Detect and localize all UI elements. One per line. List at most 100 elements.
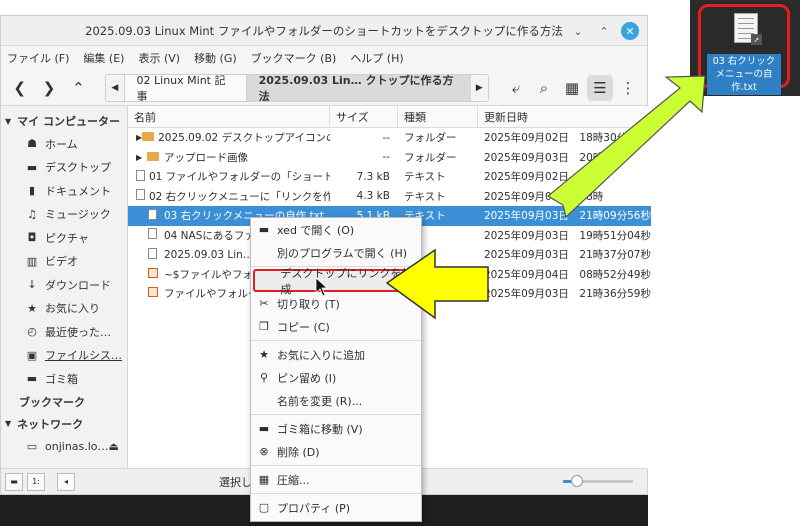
show-places-icon[interactable]: ▬ bbox=[5, 472, 23, 491]
context-menu-item[interactable]: ▬ xed で開く (O) bbox=[251, 218, 421, 241]
breadcrumb-item[interactable]: 02 Linux Mint 記事 bbox=[123, 74, 246, 101]
image-file-icon bbox=[147, 267, 158, 278]
forward-arrow-icon[interactable]: ❯ bbox=[36, 75, 61, 101]
sidebar-item-music[interactable]: ♫ ミュージック bbox=[1, 203, 127, 227]
close-icon[interactable]: ✕ bbox=[621, 22, 639, 40]
window-title: 2025.09.03 Linux Mint ファイルやフォルダーのショートカット… bbox=[85, 23, 563, 38]
context-menu-item[interactable]: デスクトップにリンクを作成 bbox=[253, 267, 419, 296]
desktop-shortcut[interactable]: ➚ 03 右クリックメニューの自作.txt bbox=[698, 4, 790, 95]
hide-sidebar-icon[interactable]: ◂ bbox=[57, 472, 75, 491]
file-name: アップロード画像 bbox=[163, 151, 248, 164]
sidebar-item-trash[interactable]: ▬ ゴミ箱 bbox=[1, 367, 127, 391]
column-name[interactable]: 名前 bbox=[128, 106, 330, 127]
column-size[interactable]: サイズ bbox=[330, 106, 398, 127]
context-menu-label: 削除 (D) bbox=[277, 445, 320, 459]
pin-icon: ⚲ bbox=[259, 371, 269, 384]
toggle-location-icon[interactable]: ⤶ bbox=[503, 75, 529, 101]
table-row[interactable]: ▶ アップロード画像 -- フォルダー 2025年09月03日 20時16分 bbox=[128, 148, 651, 168]
sidebar-item-label: ドキュメント bbox=[45, 184, 111, 198]
text-file-icon bbox=[148, 247, 158, 259]
maximize-icon[interactable]: ⌃ bbox=[595, 22, 613, 40]
context-menu-item[interactable]: ▦ 圧縮... bbox=[251, 468, 421, 491]
sidebar-item-label: ダウンロード bbox=[45, 278, 111, 292]
icon-view-icon[interactable]: ▦ bbox=[559, 75, 585, 101]
sidebar-item-nas[interactable]: ▭ onjinas.lo… ⏏ bbox=[1, 435, 127, 459]
menu-go[interactable]: 移動 (G) bbox=[194, 50, 237, 66]
text-file-icon: ➚ bbox=[734, 13, 762, 45]
sidebar-section-label: ネットワーク bbox=[17, 417, 84, 431]
title-bar[interactable]: 2025.09.03 Linux Mint ファイルやフォルダーのショートカット… bbox=[1, 16, 647, 46]
sidebar-item-favorites[interactable]: ★ お気に入り bbox=[1, 297, 127, 321]
menu-view[interactable]: 表示 (V) bbox=[138, 50, 180, 66]
compact-view-icon[interactable]: ⋮ bbox=[615, 75, 641, 101]
sidebar-item-home[interactable]: ☗ ホーム bbox=[1, 132, 127, 156]
properties-icon: ▢ bbox=[258, 501, 270, 514]
file-date: 2025年09月02日 18時30分59秒 bbox=[483, 132, 651, 145]
sidebar-item-downloads[interactable]: ↓ ダウンロード bbox=[1, 273, 127, 297]
column-type[interactable]: 種類 bbox=[398, 106, 478, 127]
up-arrow-icon[interactable]: ⌃ bbox=[66, 75, 91, 101]
context-menu-item[interactable]: ⊗ 削除 (D) bbox=[251, 440, 421, 463]
expand-arrow-icon[interactable]: ▶ bbox=[136, 153, 146, 162]
context-menu-item[interactable]: ▢ プロパティ (P) bbox=[251, 496, 421, 519]
breadcrumb-current[interactable]: 2025.09.03 Lin… クトップに作る方法 bbox=[245, 74, 471, 101]
sidebar: ▼ マイ コンピューター ☗ ホーム ▬ デスクトップ ▮ ドキュメント ♫ ミュージック… bbox=[1, 106, 128, 469]
sidebar-section-label: マイ コンピューター bbox=[17, 115, 120, 128]
context-menu-item[interactable]: 名前を変更 (R)... bbox=[251, 389, 421, 412]
context-menu-label: デスクトップにリンクを作成 bbox=[280, 266, 413, 296]
sidebar-item-recent[interactable]: ◴ 最近使った… bbox=[1, 320, 127, 344]
menu-edit[interactable]: 編集 (E) bbox=[83, 50, 124, 66]
sidebar-section-my-computer[interactable]: ▼ マイ コンピューター bbox=[1, 110, 127, 132]
document-icon: ▮ bbox=[28, 184, 36, 198]
menu-bookmarks[interactable]: ブックマーク (B) bbox=[251, 50, 337, 66]
menu-help[interactable]: ヘルプ (H) bbox=[350, 50, 403, 66]
sidebar-item-desktop[interactable]: ▬ デスクトップ bbox=[1, 156, 127, 180]
video-icon: ▥ bbox=[26, 254, 38, 268]
table-row[interactable]: 01 ファイルやフォルダーの「ショートカ… 7.3 kB テキスト 2025年09月0… bbox=[128, 167, 651, 187]
file-date: 2025年09月03日 20時16分 bbox=[483, 151, 628, 164]
file-size: -- bbox=[382, 131, 390, 144]
sidebar-item-label: onjinas.lo… bbox=[45, 439, 109, 453]
zoom-slider[interactable] bbox=[563, 475, 633, 487]
star-add-icon: ★ bbox=[259, 348, 269, 361]
context-menu-item[interactable]: 別のプログラムで開く (H) bbox=[251, 241, 421, 264]
show-tree-icon[interactable]: 1: bbox=[27, 472, 45, 491]
file-date: 2025年09月04日 08時52分49秒 bbox=[483, 268, 651, 281]
search-icon[interactable]: ⌕ bbox=[531, 75, 557, 101]
sidebar-item-videos[interactable]: ▥ ビデオ bbox=[1, 250, 127, 274]
breadcrumb-left-icon[interactable]: ◀ bbox=[106, 74, 124, 101]
sidebar-item-filesystem[interactable]: ▣ ファイルシス… bbox=[1, 344, 127, 368]
context-menu-item[interactable]: ▬ ゴミ箱に移動 (V) bbox=[251, 417, 421, 440]
sidebar-section-network[interactable]: ▼ ネットワーク bbox=[1, 413, 127, 435]
table-row[interactable]: 02 右クリックメニューに「リンクを作成… 4.3 kB テキスト 2025年09月0… bbox=[128, 187, 651, 207]
context-menu-item[interactable]: ★ お気に入りに追加 bbox=[251, 343, 421, 366]
zoom-slider-knob[interactable] bbox=[571, 475, 583, 487]
minimize-icon[interactable]: ⌄ bbox=[569, 22, 587, 40]
sidebar-item-documents[interactable]: ▮ ドキュメント bbox=[1, 179, 127, 203]
eject-icon[interactable]: ⏏ bbox=[109, 440, 119, 453]
sidebar-item-label: ビデオ bbox=[45, 255, 78, 269]
link-badge-icon: ➚ bbox=[751, 34, 762, 45]
expand-triangle-icon: ▼ bbox=[5, 419, 12, 428]
breadcrumb-right-icon[interactable]: ▶ bbox=[470, 74, 488, 101]
sidebar-section-label: ブックマーク bbox=[19, 395, 85, 409]
sidebar-section-bookmarks[interactable]: ブックマーク bbox=[1, 391, 127, 413]
delete-icon: ⊗ bbox=[259, 445, 269, 458]
table-row[interactable]: ▶ 2025.09.02 デスクトップアイコンの… -- フォルダー 2025年09月0… bbox=[128, 128, 651, 148]
file-size: -- bbox=[382, 151, 390, 164]
sidebar-item-label: お気に入り bbox=[45, 302, 100, 316]
sidebar-item-pictures[interactable]: ◘ ピクチャ bbox=[1, 226, 127, 250]
file-date: 2025年09月02日 21時 bbox=[483, 171, 604, 184]
drive-icon: ▣ bbox=[26, 348, 38, 362]
text-file-icon bbox=[148, 228, 158, 240]
menu-file[interactable]: ファイル (F) bbox=[7, 50, 69, 66]
file-date: 2025年09月03日 21時36分59秒 bbox=[483, 288, 651, 301]
context-menu-item[interactable]: ⚲ ピン留め (I) bbox=[251, 366, 421, 389]
image-file-icon bbox=[147, 287, 158, 298]
back-arrow-icon[interactable]: ❮ bbox=[7, 75, 32, 101]
menu-separator bbox=[251, 493, 421, 494]
file-date: 2025年09月03日 19時51分04秒 bbox=[483, 229, 651, 242]
context-menu-item[interactable]: ❐ コピー (C) bbox=[251, 315, 421, 338]
column-date[interactable]: 更新日時 bbox=[478, 106, 651, 127]
list-view-icon[interactable]: ☰ bbox=[587, 74, 613, 101]
